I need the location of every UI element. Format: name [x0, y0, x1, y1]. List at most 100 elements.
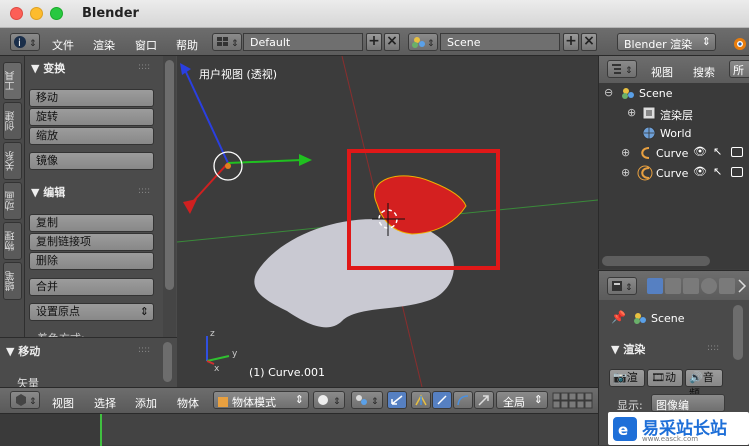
translate-button[interactable]: 移动 — [29, 89, 154, 107]
outliner-row-curve-001[interactable]: ⊕ Curve 👁 ↖ — [599, 163, 749, 183]
drag-grip-icon[interactable]: :::: — [707, 343, 719, 353]
x-arrow-icon[interactable] — [183, 199, 197, 214]
tab-relations[interactable]: 关系 — [3, 142, 22, 180]
orientation-dropdown[interactable]: 全局 ⇕ — [496, 391, 548, 409]
remove-scene-button[interactable]: × — [581, 33, 597, 51]
manipulator-toggle[interactable] — [387, 391, 407, 409]
expand-icon[interactable]: ⊕ — [627, 106, 636, 119]
tab-grease-pencil[interactable]: 蜡笔 — [3, 262, 22, 300]
viewport-editor-type-button[interactable]: ⇕ — [10, 391, 40, 409]
tab-create[interactable]: 创建 — [3, 102, 22, 140]
menu-select[interactable]: 选择 — [94, 395, 116, 411]
scene-selector-button[interactable]: ⇕ — [408, 33, 438, 51]
edit-panel-header[interactable]: ▼ 编辑 — [31, 184, 65, 200]
y-arrow-icon[interactable] — [299, 154, 312, 166]
visibility-eye-icon[interactable]: 👁 — [693, 165, 707, 178]
outliner-menu-search[interactable]: 搜索 — [693, 64, 715, 80]
layout-selector-button[interactable]: ⇕ — [212, 33, 242, 51]
manipulator-z-axis[interactable] — [184, 69, 229, 164]
scrollbar-thumb[interactable] — [165, 60, 174, 290]
join-button[interactable]: 合并 — [29, 278, 154, 296]
outliner-menu-view[interactable]: 视图 — [651, 64, 673, 80]
render-tab-camera-icon[interactable] — [647, 278, 663, 294]
scale-button[interactable]: 缩放 — [29, 127, 154, 145]
3d-viewport[interactable]: z y x 用户视图 (透视) (1) Curve.001 — [177, 56, 598, 387]
editor-type-button[interactable]: i ⇕ — [10, 33, 40, 51]
menu-object[interactable]: 物体 — [177, 395, 199, 411]
world-tab-icon[interactable] — [701, 278, 717, 294]
curve-shape-grey[interactable] — [254, 219, 454, 328]
render-audio-button[interactable]: 🔊音频 — [685, 369, 723, 400]
maximize-window-button[interactable] — [50, 7, 63, 20]
layers-grid[interactable] — [552, 392, 598, 410]
mode-dropdown[interactable]: 物体模式 ⇕ — [213, 391, 309, 409]
selectable-cursor-icon[interactable]: ↖ — [713, 165, 722, 178]
translate-manipulator-toggle[interactable] — [411, 391, 431, 409]
drag-grip-icon[interactable]: :::: — [138, 62, 150, 72]
outliner-row-curve[interactable]: ⊕ Curve 👁 ↖ — [599, 143, 749, 163]
drag-grip-icon[interactable]: :::: — [138, 345, 150, 355]
render-animation-button[interactable]: 🎞动 — [647, 369, 683, 387]
scene-tab-icon[interactable] — [683, 278, 699, 294]
expand-icon[interactable]: ⊕ — [621, 166, 630, 179]
operator-panel-header[interactable]: ▼ 移动 — [6, 343, 40, 359]
add-scene-button[interactable]: + — [563, 33, 579, 51]
expand-icon[interactable]: ⊕ — [621, 146, 630, 159]
display-dropdown[interactable]: 图像编 — [651, 394, 725, 412]
menu-window[interactable]: 窗口 — [135, 37, 157, 53]
scale-manipulator-toggle[interactable] — [453, 391, 473, 409]
pivot-point-dropdown[interactable]: ⇕ — [351, 391, 383, 409]
render-image-button[interactable]: 📷渲 — [609, 369, 645, 387]
viewport-shading-dropdown[interactable]: ⇕ — [313, 391, 345, 409]
outliner-row-scene[interactable]: ⊖ Scene — [599, 83, 749, 103]
tool-shelf-scrollbar[interactable] — [163, 56, 176, 337]
outliner-row-render-layers[interactable]: ⊕ 渲染层 — [599, 103, 749, 123]
menu-render[interactable]: 渲染 — [93, 37, 115, 53]
collapse-icon[interactable]: ⊖ — [604, 86, 613, 99]
renderable-camera-icon[interactable] — [731, 167, 743, 177]
menu-help[interactable]: 帮助 — [176, 37, 198, 53]
more-tabs-icon[interactable] — [737, 278, 749, 294]
outliner-row-world[interactable]: World — [599, 123, 749, 143]
manipulator-y-axis[interactable] — [227, 159, 303, 164]
mirror-button[interactable]: 镜像 — [29, 152, 154, 170]
transform-panel-header[interactable]: ▼ 变换 — [31, 60, 65, 76]
tab-tools[interactable]: 工具 — [3, 62, 22, 100]
outliner-display-dropdown[interactable]: 所 — [729, 60, 749, 78]
outliner-editor-type-button[interactable]: ⇕ — [607, 60, 637, 78]
tab-physics[interactable]: 物理 — [3, 222, 22, 260]
minimize-window-button[interactable] — [30, 7, 43, 20]
menu-view[interactable]: 视图 — [52, 395, 74, 411]
transform-orientation-toggle[interactable] — [474, 391, 494, 409]
operator-scrollbar[interactable] — [163, 342, 172, 382]
render-layers-tab-icon[interactable] — [665, 278, 681, 294]
close-window-button[interactable] — [10, 7, 23, 20]
pin-icon[interactable]: 📌 — [611, 310, 626, 324]
drag-grip-icon[interactable]: :::: — [138, 186, 150, 196]
selectable-cursor-icon[interactable]: ↖ — [713, 145, 722, 158]
properties-editor-type-button[interactable]: ⇕ — [607, 277, 637, 295]
tab-animation[interactable]: 动画 — [3, 182, 22, 220]
remove-layout-button[interactable]: × — [384, 33, 400, 51]
outliner-horizontal-scrollbar[interactable] — [602, 256, 710, 266]
scene-name-field[interactable]: Scene — [440, 33, 560, 51]
current-frame-marker[interactable] — [100, 414, 102, 446]
menu-file[interactable]: 文件 — [52, 37, 74, 53]
properties-scrollbar[interactable] — [733, 305, 743, 360]
render-engine-dropdown[interactable]: Blender 渲染 ⇕ — [617, 33, 716, 51]
render-panel-header[interactable]: ▼ 渲染 — [611, 341, 645, 357]
viewport-canvas[interactable]: z y x — [177, 56, 598, 387]
menu-add[interactable]: 添加 — [135, 395, 157, 411]
duplicate-button[interactable]: 复制 — [29, 214, 154, 232]
rotate-manipulator-toggle[interactable] — [432, 391, 452, 409]
rotate-button[interactable]: 旋转 — [29, 108, 154, 126]
timeline[interactable] — [0, 413, 598, 446]
renderable-camera-icon[interactable] — [731, 147, 743, 157]
add-layout-button[interactable]: + — [366, 33, 382, 51]
visibility-eye-icon[interactable]: 👁 — [693, 145, 707, 158]
delete-button[interactable]: 删除 — [29, 252, 154, 270]
object-tab-icon[interactable] — [719, 278, 735, 294]
duplicate-linked-button[interactable]: 复制链接项 — [29, 233, 154, 251]
layout-name-field[interactable]: Default — [243, 33, 363, 51]
set-origin-dropdown[interactable]: 设置原点 ⇕ — [29, 303, 154, 321]
